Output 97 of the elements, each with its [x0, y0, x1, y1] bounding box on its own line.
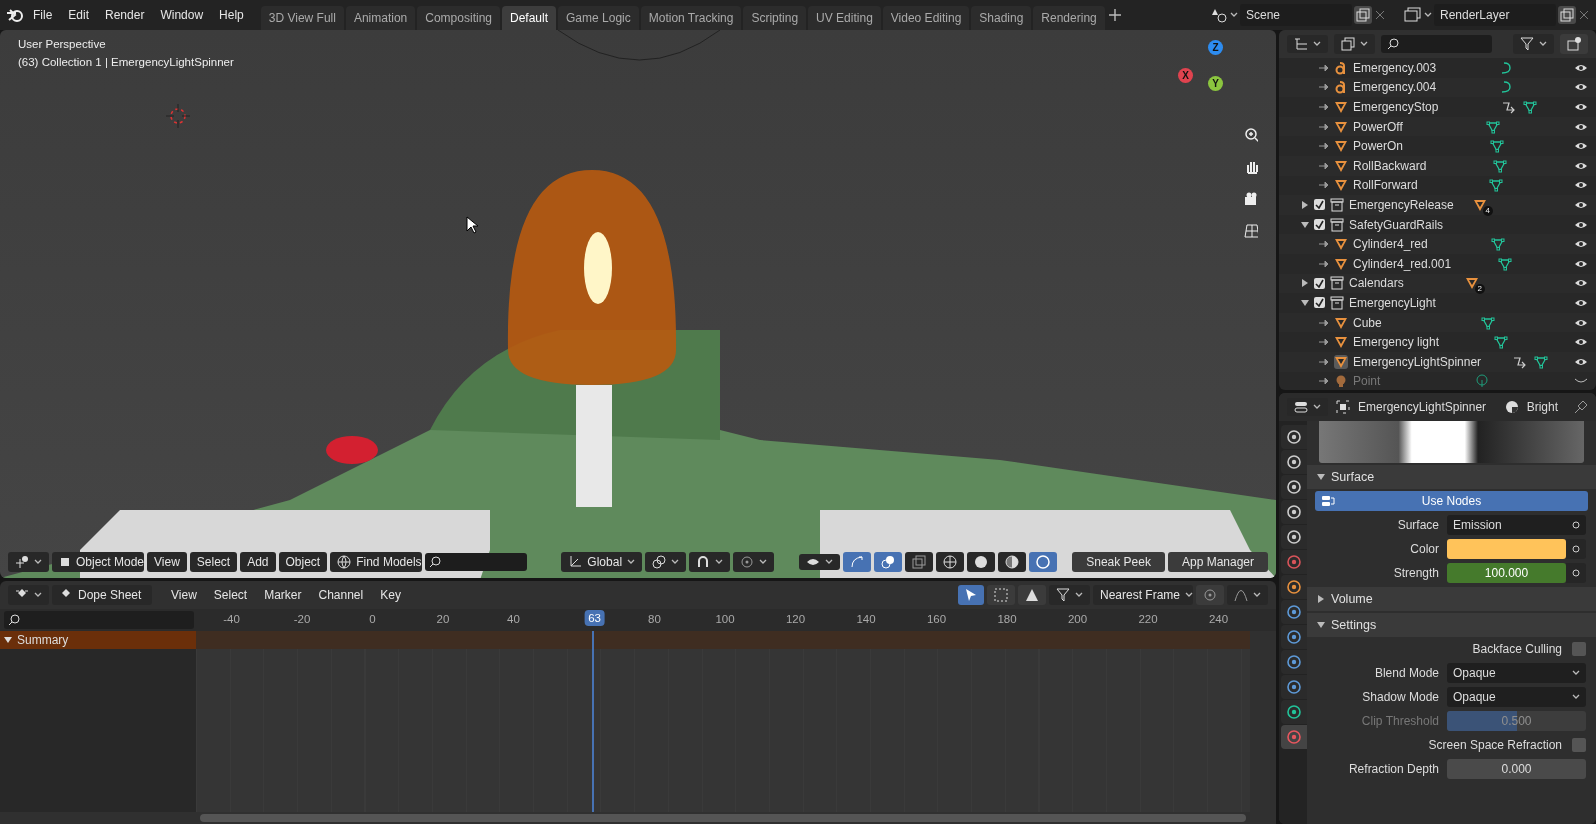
- panel-header[interactable]: Surface: [1307, 465, 1596, 489]
- snap-mode-dropdown[interactable]: Nearest Frame: [1093, 585, 1193, 605]
- menu-item[interactable]: Marker: [257, 585, 309, 605]
- workspace-tab[interactable]: Game Logic: [558, 5, 639, 30]
- frame-tick-label: 80: [648, 613, 661, 625]
- current-frame-indicator[interactable]: 63: [584, 610, 605, 626]
- checkbox-label: Screen Space Refraction: [1428, 738, 1562, 752]
- object-name[interactable]: Cylinder4_red.001: [1353, 256, 1452, 271]
- menu-item[interactable]: Key: [373, 585, 408, 605]
- panel-header[interactable]: Settings: [1307, 613, 1596, 637]
- child-count: 2: [1474, 284, 1485, 295]
- child-count: 4: [1482, 205, 1493, 216]
- frame-tick-label: 180: [997, 613, 1017, 625]
- mode-dropdown[interactable]: Dope Sheet: [52, 585, 152, 605]
- workspace-tab[interactable]: 3D View Full: [260, 5, 344, 30]
- number-field[interactable]: 100.000: [1447, 563, 1566, 583]
- frame-tick-label: 20: [436, 613, 450, 625]
- panel-title: Surface: [1331, 470, 1375, 484]
- object-name[interactable]: RollForward: [1353, 178, 1418, 193]
- object-name[interactable]: EmergencyLightSpinner: [1353, 354, 1482, 369]
- material-name: Bright: [1526, 400, 1558, 414]
- field-label: Surface: [1396, 518, 1439, 532]
- field-label: Refraction Depth: [1347, 762, 1439, 776]
- menu-item[interactable]: Add: [240, 552, 276, 572]
- menu-item[interactable]: Help: [212, 5, 251, 25]
- frame-tick-label: 240: [1208, 613, 1229, 625]
- workspace-tab[interactable]: Motion Tracking: [640, 5, 742, 30]
- field-label: Strength: [1392, 566, 1439, 580]
- channel-row[interactable]: Summary: [0, 631, 196, 649]
- menu-item[interactable]: Window: [153, 5, 211, 25]
- workspace-tab[interactable]: Rendering: [1033, 5, 1105, 30]
- object-name[interactable]: Emergency light: [1353, 335, 1440, 350]
- frame-tick-label: 100: [715, 613, 735, 625]
- checkbox-label: Backface Culling: [1472, 642, 1562, 656]
- object-name[interactable]: PowerOn: [1353, 139, 1404, 154]
- frame-tick-label: 200: [1067, 613, 1088, 625]
- object-name[interactable]: Emergency.003: [1353, 60, 1437, 75]
- frame-tick-label: -20: [293, 613, 311, 625]
- viewport-info-text: User Perspective: [18, 38, 107, 50]
- header-button[interactable]: App Manager: [1167, 552, 1268, 572]
- panel-title: Settings: [1331, 618, 1377, 632]
- workspace-tab[interactable]: Default: [502, 5, 556, 30]
- axis-gizmo-handle[interactable]: X: [1178, 68, 1193, 83]
- field-label: Shadow Mode: [1361, 690, 1439, 704]
- frame-tick-label: 0: [369, 613, 376, 625]
- field-label: Blend Mode: [1373, 666, 1439, 680]
- frame-tick-label: 220: [1138, 613, 1158, 625]
- axis-gizmo-handle[interactable]: Z: [1208, 40, 1223, 55]
- header-button[interactable]: Sneak Peek: [1072, 552, 1165, 572]
- panel-title: Volume: [1331, 592, 1373, 606]
- dropdown-field[interactable]: Emission: [1447, 515, 1586, 535]
- viewport-info-text: (63) Collection 1 | EmergencyLightSpinner: [18, 56, 234, 68]
- object-name: EmergencyLightSpinner: [1358, 400, 1487, 414]
- field-label: Color: [1409, 542, 1439, 556]
- menu-item[interactable]: Select: [206, 585, 255, 605]
- field-label: Clip Threshold: [1360, 714, 1439, 728]
- scene-field[interactable]: Scene: [1240, 4, 1352, 26]
- collection-name[interactable]: SafetyGuardRails: [1349, 217, 1444, 232]
- menu-item[interactable]: Render: [98, 5, 152, 25]
- menu-item[interactable]: Channel: [311, 585, 371, 605]
- menu-item[interactable]: Select: [189, 552, 238, 572]
- mode-dropdown[interactable]: Object Mode: [52, 552, 144, 572]
- use-nodes-button[interactable]: Use Nodes: [1315, 491, 1588, 511]
- workspace-tab[interactable]: UV Editing: [808, 5, 881, 30]
- orientation-dropdown[interactable]: Global: [561, 552, 643, 572]
- collection-name[interactable]: EmergencyRelease: [1349, 197, 1454, 212]
- menu-item[interactable]: View: [164, 585, 204, 605]
- frame-tick-label: 140: [856, 613, 876, 625]
- object-name[interactable]: Emergency.004: [1353, 80, 1437, 95]
- object-name[interactable]: Cube: [1353, 315, 1382, 330]
- workspace-tab[interactable]: Compositing: [417, 5, 500, 30]
- frame-tick-label: 160: [926, 613, 947, 625]
- workspace-tab[interactable]: Scripting: [743, 5, 807, 30]
- view-layer-field[interactable]: RenderLayer: [1434, 4, 1556, 26]
- menu-item[interactable]: View: [147, 552, 187, 572]
- workspace-tab[interactable]: Shading: [971, 5, 1032, 30]
- object-name[interactable]: Cylinder4_red: [1353, 237, 1428, 252]
- find-models-dropdown[interactable]: Find Models: [330, 552, 423, 572]
- object-name[interactable]: RollBackward: [1353, 158, 1427, 173]
- object-name[interactable]: EmergencyStop: [1353, 100, 1439, 114]
- frame-tick-label: 40: [507, 613, 520, 625]
- dropdown-field[interactable]: Opaque: [1447, 663, 1586, 683]
- menu-item[interactable]: File: [26, 5, 60, 25]
- menu-item[interactable]: Object: [278, 552, 328, 572]
- collection-name[interactable]: EmergencyLight: [1349, 295, 1436, 310]
- dropdown-field[interactable]: Opaque: [1447, 687, 1586, 707]
- axis-gizmo-handle[interactable]: Y: [1208, 76, 1223, 91]
- channel-name: Summary: [17, 633, 69, 647]
- object-name[interactable]: PowerOff: [1353, 119, 1403, 134]
- collection-name[interactable]: Calendars: [1349, 276, 1404, 291]
- workspace-tab[interactable]: Animation: [345, 5, 416, 30]
- slider-field[interactable]: 0.000: [1447, 759, 1586, 779]
- frame-tick-label: -40: [223, 613, 240, 625]
- frame-tick-label: 120: [785, 613, 806, 625]
- menu-item[interactable]: Edit: [61, 5, 97, 25]
- panel-header[interactable]: Volume: [1307, 587, 1596, 611]
- workspace-tab[interactable]: Video Editing: [882, 5, 970, 30]
